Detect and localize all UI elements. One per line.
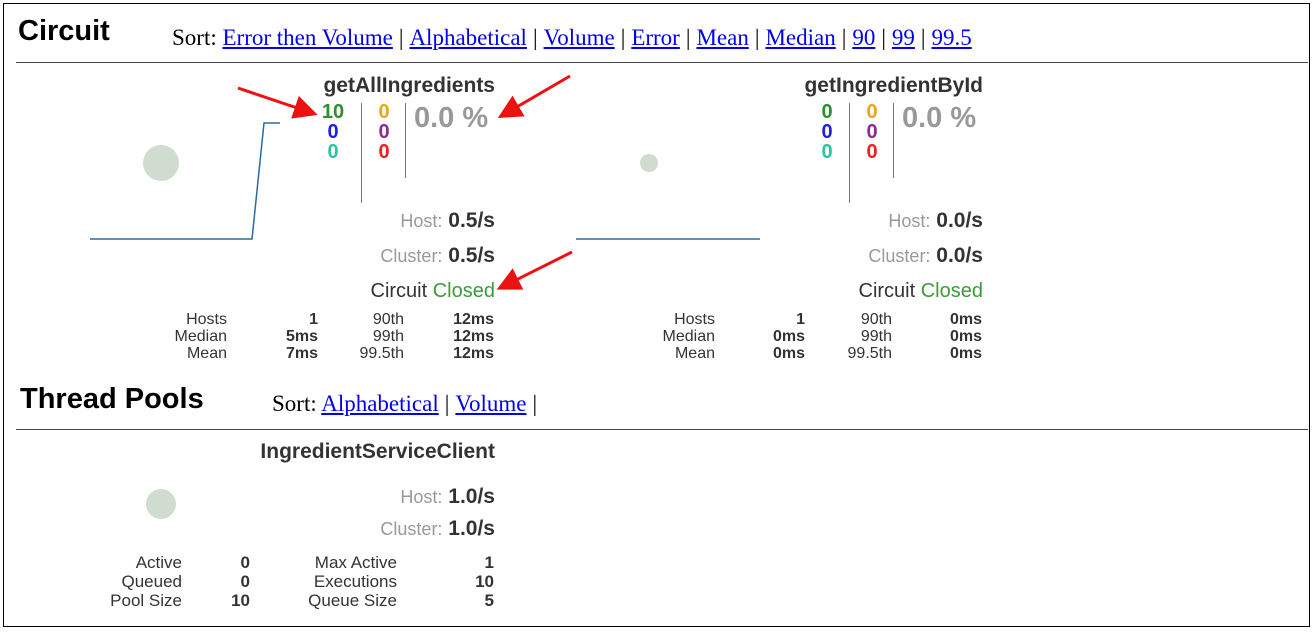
host-rate-row: Host: 1.0/s xyxy=(300,485,495,509)
annotation-arrow xyxy=(237,86,318,119)
pool-stat-label: Queued xyxy=(121,572,183,591)
pool-stat-labels: Max Active Executions Queue Size xyxy=(280,553,397,610)
thread-pools-section-title: Thread Pools xyxy=(20,383,204,415)
thread-pools-sort-bar: Sort: Alphabetical | Volume | xyxy=(272,391,538,416)
pool-stat-value: 0 xyxy=(240,553,250,572)
pool-stat-values: 0 0 10 xyxy=(210,553,250,610)
thread-pool-name: IngredientServiceClient xyxy=(260,440,495,463)
pool-stat-values: 1 10 5 xyxy=(440,553,494,610)
pool-stat-label: Max Active xyxy=(314,553,397,572)
sort-label: Sort: xyxy=(272,391,317,416)
pool-stat-value: 0 xyxy=(240,572,250,591)
thread-pools-divider xyxy=(16,429,1308,430)
pool-stat-label: Active xyxy=(135,553,182,572)
pool-stat-label: Pool Size xyxy=(110,591,182,610)
host-rate: 1.0/s xyxy=(448,485,495,508)
annotation-arrow xyxy=(497,74,571,119)
cluster-label: Cluster: xyxy=(380,519,443,539)
health-circle xyxy=(146,489,176,519)
cluster-rate: 1.0/s xyxy=(448,517,495,540)
pool-stat-value: 10 xyxy=(475,572,494,591)
sort-volume-link[interactable]: Volume xyxy=(455,391,526,416)
pool-stat-labels: Active Queued Pool Size xyxy=(80,553,182,610)
annotation-arrows xyxy=(237,74,573,290)
pool-stat-label: Executions xyxy=(313,572,397,591)
cluster-rate-row: Cluster: 1.0/s xyxy=(300,517,495,541)
pool-stat-value: 10 xyxy=(231,591,250,610)
pool-stat-value: 1 xyxy=(484,553,494,572)
annotation-arrow xyxy=(496,250,573,290)
pool-stat-value: 5 xyxy=(484,591,494,610)
sort-alphabetical-link[interactable]: Alphabetical xyxy=(321,391,439,416)
pool-stat-label: Queue Size xyxy=(308,591,397,610)
host-label: Host: xyxy=(400,487,443,507)
